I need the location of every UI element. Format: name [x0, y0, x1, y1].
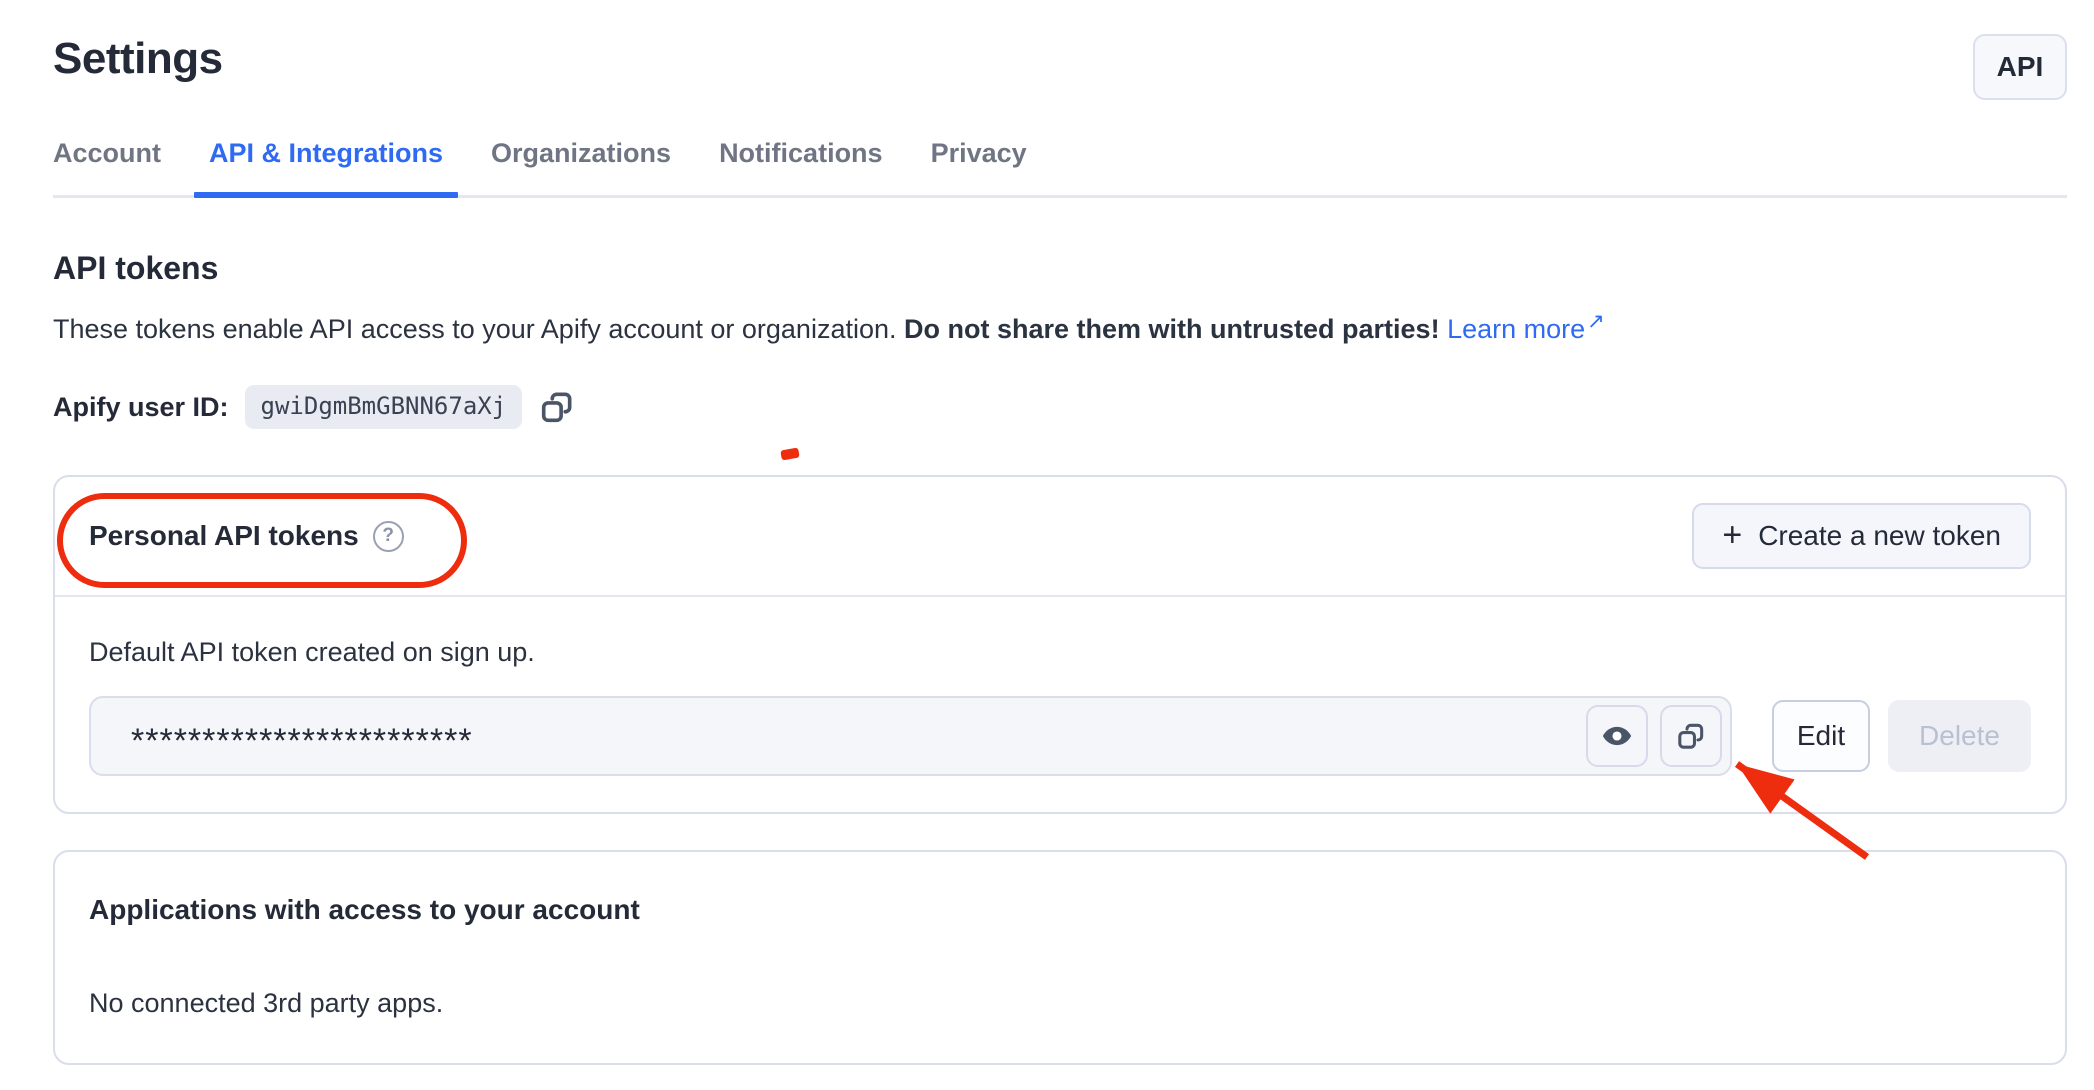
- show-token-button[interactable]: [1586, 705, 1648, 767]
- user-id-label: Apify user ID:: [53, 392, 229, 423]
- applications-card: Applications with access to your account…: [53, 850, 2067, 1065]
- copy-user-id-icon[interactable]: [538, 388, 576, 426]
- tab-organizations[interactable]: Organizations: [491, 138, 671, 195]
- user-id-value: gwiDgmBmGBNN67aXj: [245, 385, 523, 429]
- tab-privacy[interactable]: Privacy: [931, 138, 1027, 195]
- masked-token-value: ************************: [131, 722, 1574, 761]
- tab-api-integrations[interactable]: API & Integrations: [209, 138, 443, 195]
- help-icon[interactable]: ?: [373, 521, 404, 552]
- settings-page: Settings API Account API & Integrations …: [53, 0, 2067, 1065]
- token-row: ************************ Ed: [89, 696, 2031, 776]
- token-description: Default API token created on sign up.: [89, 637, 2031, 668]
- page-title: Settings: [53, 34, 223, 84]
- external-link-icon: ↗: [1587, 310, 1605, 333]
- create-new-token-button[interactable]: + Create a new token: [1692, 503, 2031, 569]
- api-button[interactable]: API: [1973, 34, 2067, 100]
- personal-tokens-title: Personal API tokens ?: [89, 520, 404, 552]
- copy-token-button[interactable]: [1660, 705, 1722, 767]
- personal-tokens-header: Personal API tokens ? + Create a new tok…: [55, 477, 2065, 597]
- tab-notifications[interactable]: Notifications: [719, 138, 883, 195]
- personal-api-tokens-card: Personal API tokens ? + Create a new tok…: [53, 475, 2067, 814]
- applications-empty-message: No connected 3rd party apps.: [89, 988, 2031, 1019]
- settings-tabs: Account API & Integrations Organizations…: [53, 138, 2067, 198]
- personal-tokens-body: Default API token created on sign up. **…: [55, 597, 2065, 812]
- token-value-field[interactable]: ************************: [89, 696, 1732, 776]
- api-tokens-heading: API tokens: [53, 250, 2067, 287]
- description-text: These tokens enable API access to your A…: [53, 314, 904, 344]
- delete-token-button: Delete: [1888, 700, 2031, 772]
- copy-icon: [1675, 720, 1707, 752]
- eye-icon: [1601, 720, 1633, 752]
- api-tokens-description: These tokens enable API access to your A…: [53, 309, 2067, 345]
- description-warning: Do not share them with untrusted parties…: [904, 314, 1440, 344]
- tab-account[interactable]: Account: [53, 138, 161, 195]
- edit-token-button[interactable]: Edit: [1772, 700, 1870, 772]
- page-header: Settings API: [53, 34, 2067, 100]
- learn-more-link[interactable]: Learn more↗: [1447, 314, 1605, 344]
- applications-title: Applications with access to your account: [89, 894, 2031, 926]
- plus-icon: +: [1722, 518, 1742, 552]
- apify-user-id-row: Apify user ID: gwiDgmBmGBNN67aXj: [53, 385, 2067, 429]
